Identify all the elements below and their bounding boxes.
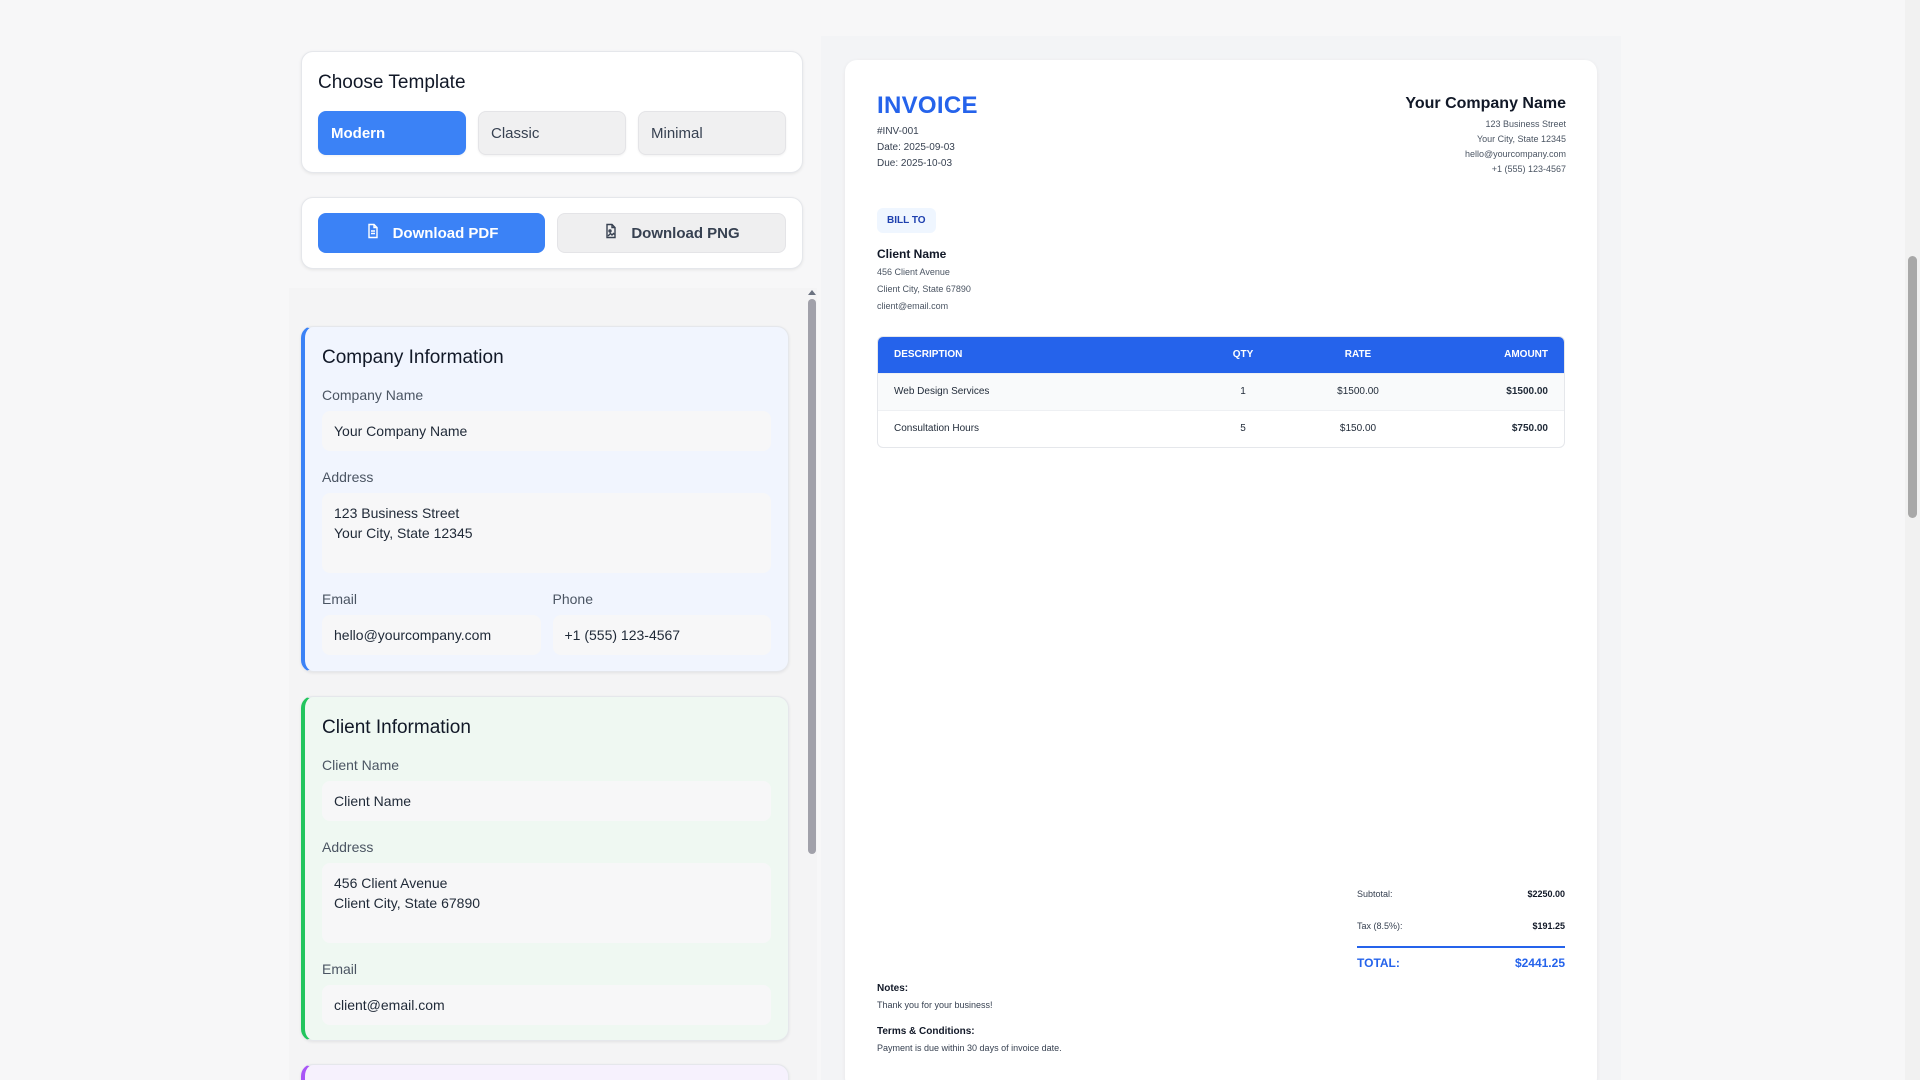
form-scroll-area[interactable]: Company Information Company Name Your Co…: [289, 288, 817, 1080]
template-options: Modern Classic Minimal: [318, 111, 786, 155]
company-phone-label: Phone: [552, 591, 593, 607]
terms-label: Terms & Conditions:: [877, 1026, 975, 1037]
download-actions: Download PDF Download PNG: [301, 197, 803, 269]
notes-label: Notes:: [877, 983, 909, 994]
download-pdf-button[interactable]: Download PDF: [318, 213, 545, 253]
invoice-company-email: hello@yourcompany.com: [1464, 149, 1566, 159]
company-email-input[interactable]: hello@yourcompany.com: [322, 615, 541, 655]
tax-label: Tax (8.5%):: [1357, 921, 1403, 931]
item-qty: 5: [1198, 409, 1288, 447]
next-section-partial: [301, 1064, 789, 1080]
terms-text: Payment is due within 30 days of invoice…: [877, 1043, 1062, 1053]
total-value: $2441.25: [1514, 956, 1565, 970]
item-description: Web Design Services: [878, 372, 1198, 410]
download-pdf-label: Download PDF: [392, 224, 499, 242]
tax-row: Tax (8.5%): $191.25: [1357, 910, 1565, 942]
subtotal-label: Subtotal:: [1357, 889, 1393, 899]
total-label: TOTAL:: [1357, 956, 1400, 970]
client-section-title: Client Information: [322, 717, 471, 738]
document-icon: [365, 223, 381, 243]
client-address-label: Address: [322, 839, 374, 855]
template-classic-button[interactable]: Classic: [478, 111, 626, 155]
col-qty: QTY: [1232, 349, 1254, 361]
company-address-label: Address: [322, 469, 374, 485]
invoice-client-line1: 456 Client Avenue: [877, 267, 950, 277]
client-name-label: Client Name: [322, 757, 400, 773]
tax-value: $191.25: [1532, 921, 1565, 931]
template-title: Choose Template: [318, 72, 466, 93]
form-scrollbar[interactable]: [806, 290, 818, 860]
col-description: DESCRIPTION: [894, 349, 963, 361]
invoice-client-email: client@email.com: [877, 301, 949, 311]
template-chooser: Choose Template Modern Classic Minimal: [301, 51, 803, 173]
item-amount: $750.00: [1428, 409, 1564, 447]
invoice-company-line1: 123 Business Street: [1485, 119, 1566, 129]
company-information-section: Company Information Company Name Your Co…: [301, 326, 789, 672]
company-address-line2: Your City, State 12345: [334, 525, 473, 541]
subtotal-row: Subtotal: $2250.00: [1357, 878, 1565, 910]
invoice-company-phone: +1 (555) 123-4567: [1491, 164, 1566, 174]
client-address-line1: 456 Client Avenue: [334, 875, 448, 891]
table-row: Consultation Hours 5 $150.00 $750.00: [878, 409, 1564, 447]
download-png-label: Download PNG: [631, 224, 740, 242]
item-qty: 1: [1198, 372, 1288, 410]
notes-text: Thank you for your business!: [877, 1000, 993, 1010]
download-png-button[interactable]: Download PNG: [557, 213, 786, 253]
col-amount: AMOUNT: [1504, 349, 1548, 361]
client-address-textarea[interactable]: 456 Client Avenue Client City, State 678…: [322, 863, 771, 943]
invoice-document: INVOICE #INV-001 Date: 2025-09-03 Due: 2…: [845, 60, 1597, 1080]
template-modern-button[interactable]: Modern: [318, 111, 466, 155]
invoice-client-details: 456 Client Avenue Client City, State 678…: [877, 264, 971, 315]
invoice-items-table: DESCRIPTION QTY RATE AMOUNT Web Design S…: [877, 336, 1565, 448]
invoice-company-name: Your Company Name: [1405, 95, 1566, 112]
invoice-client-block: Client Name 456 Client Avenue Client Cit…: [877, 247, 971, 315]
invoice-company-details: 123 Business Street Your City, State 123…: [1405, 117, 1566, 177]
image-file-icon: [603, 223, 619, 243]
invoice-company-line2: Your City, State 12345: [1476, 134, 1566, 144]
form-scroll-thumb[interactable]: [808, 299, 816, 854]
company-phone-input[interactable]: +1 (555) 123-4567: [552, 615, 771, 655]
item-description: Consultation Hours: [878, 409, 1198, 447]
scroll-up-arrow-icon[interactable]: [808, 290, 816, 295]
invoice-totals: Subtotal: $2250.00 Tax (8.5%): $191.25 T…: [1357, 878, 1565, 978]
client-address-line2: Client City, State 67890: [334, 895, 481, 911]
table-row: Web Design Services 1 $1500.00 $1500.00: [878, 372, 1564, 410]
invoice-client-line2: Client City, State 67890: [877, 284, 971, 294]
item-rate: $150.00: [1288, 409, 1428, 447]
client-name-input[interactable]: Client Name: [322, 781, 771, 821]
invoice-preview-panel: INVOICE #INV-001 Date: 2025-09-03 Due: 2…: [821, 36, 1621, 1080]
item-amount: $1500.00: [1428, 372, 1564, 410]
invoice-company-block: Your Company Name 123 Business Street Yo…: [1405, 95, 1566, 177]
subtotal-value: $2250.00: [1527, 889, 1565, 899]
company-email-label: Email: [322, 591, 358, 607]
company-name-label: Company Name: [322, 387, 424, 403]
total-row: TOTAL: $2441.25: [1357, 946, 1565, 978]
invoice-client-name: Client Name: [877, 247, 947, 261]
company-address-textarea[interactable]: 123 Business Street Your City, State 123…: [322, 493, 771, 573]
invoice-notes: Notes: Thank you for your business! Term…: [877, 983, 1062, 1069]
table-header-row: DESCRIPTION QTY RATE AMOUNT: [878, 337, 1564, 373]
page-scrollbar[interactable]: [1905, 0, 1920, 1080]
col-rate: RATE: [1344, 349, 1372, 361]
company-name-input[interactable]: Your Company Name: [322, 411, 771, 451]
item-rate: $1500.00: [1288, 372, 1428, 410]
client-email-label: Email: [322, 961, 358, 977]
company-address-line1: 123 Business Street: [334, 505, 460, 521]
page-scroll-thumb[interactable]: [1908, 256, 1917, 518]
company-section-title: Company Information: [322, 347, 504, 368]
client-email-input[interactable]: client@email.com: [322, 985, 771, 1025]
company-contact-row: Email hello@yourcompany.com Phone +1 (55…: [322, 573, 771, 655]
bill-to-badge: BILL TO: [877, 208, 936, 233]
template-minimal-button[interactable]: Minimal: [638, 111, 786, 155]
client-information-section: Client Information Client Name Client Na…: [301, 696, 789, 1041]
